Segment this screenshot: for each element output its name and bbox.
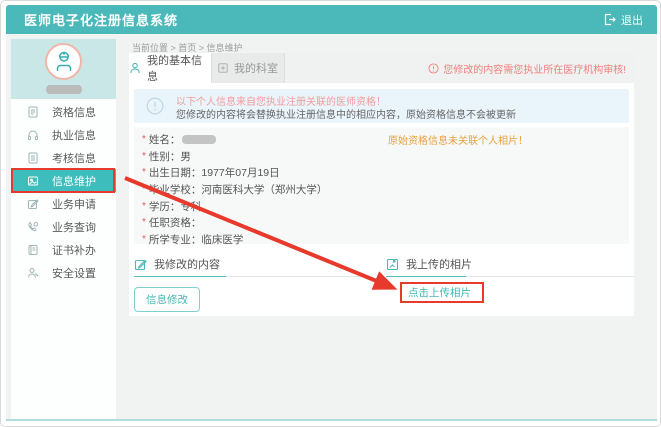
doctor-avatar-icon [52,50,76,74]
sidebar-item-label: 信息维护 [52,173,96,189]
sidebar-item-label: 执业信息 [52,127,96,143]
field-row-education: * 学历： 专科 [142,198,327,215]
uploaded-photo-section: 我上传的相片 [386,256,634,277]
tab-notice-area: 您修改的内容需您执业所在医疗机构审核! [285,53,634,83]
fields-list: * 姓名： * 性别： 男 * 出生日期： 1977年07月19日 * 毕业学校… [142,131,327,248]
sidebar-item-label: 资格信息 [52,104,96,120]
section-title: 我修改的内容 [154,256,220,272]
field-value: 1977年07月19日 [201,165,279,180]
redacted-name-value [182,135,216,144]
document-icon [27,106,39,118]
field-value: 河南医科大学（郑州大学） [201,182,327,197]
edit-icon [27,198,39,210]
required-marker: * [142,217,146,228]
sidebar-item-label: 业务申请 [52,196,96,212]
field-row-title-qualification: * 任职资格： [142,214,327,231]
modified-content-section: 我修改的内容 信息修改 [134,256,368,312]
section-divider [386,276,634,277]
info-circle-icon [146,97,164,120]
field-value: 男 [180,149,191,164]
sidebar-item-business-query[interactable]: 业务查询 [11,215,116,238]
exit-icon [603,13,616,26]
required-marker: * [142,134,146,145]
tab-label: 我的基本信息 [147,52,211,84]
photo-missing-notice: 原始资格信息未关联个人相片！ [388,132,528,147]
required-marker: * [142,167,146,178]
phone-icon [27,221,39,233]
tab-bar: 我的基本信息 我的科室 您修改的内容需您执业所在医疗机构审核! [129,53,634,83]
upload-photo-annotation-box: 点击上传相片 [400,282,484,303]
sidebar-item-qualification-info[interactable]: 资格信息 [11,100,116,123]
sidebar-item-business-apply[interactable]: 业务申请 [11,192,116,215]
required-marker: * [142,234,146,245]
upload-photo-link[interactable]: 点击上传相片 [408,285,471,300]
bottom-accent-line [6,419,657,421]
tab-my-department[interactable]: 我的科室 [211,53,285,83]
redacted-user-name [46,85,82,94]
section-divider [134,276,368,277]
sidebar-item-security-settings[interactable]: 安全设置 [11,261,116,284]
logout-label: 退出 [621,12,643,28]
warning-circle-icon [428,63,439,74]
required-marker: * [142,184,146,195]
sidebar-item-label: 证书补办 [52,242,96,258]
report-icon [27,152,39,164]
field-row-gender: * 性别： 男 [142,148,327,165]
section-title: 我上传的相片 [406,256,472,272]
sidebar-item-assessment-info[interactable]: 考核信息 [11,146,116,169]
info-box-line2: 您修改的内容将会替换执业注册信息中的相应内容，原始资格信息不会被更新 [176,106,516,121]
app-header: 医师电子化注册信息系统 退出 [6,5,657,34]
image-upload-icon [386,258,399,271]
tab-basic-info[interactable]: 我的基本信息 [129,53,211,83]
field-value: 专科 [180,199,201,214]
field-row-birthdate: * 出生日期： 1977年07月19日 [142,164,327,181]
sidebar-item-certificate-reissue[interactable]: 证书补办 [11,238,116,261]
required-marker: * [142,151,146,162]
sidebar-item-info-maintenance[interactable]: 信息维护 [11,169,116,192]
tab-notice-text: 您修改的内容需您执业所在医疗机构审核! [443,61,626,76]
field-value: 临床医学 [201,232,243,247]
logout-button[interactable]: 退出 [603,12,643,28]
modify-info-button[interactable]: 信息修改 [134,287,200,312]
pencil-square-icon [134,258,147,271]
sidebar-item-label: 安全设置 [52,265,96,281]
app-title: 医师电子化注册信息系统 [24,10,178,29]
headset-icon [27,129,39,141]
sidebar-menu: 资格信息 执业信息 考核信息 信息维护 [11,100,116,284]
tab-label: 我的科室 [234,60,278,76]
photo-icon [27,175,39,187]
sidebar-item-label: 业务查询 [52,219,96,235]
book-icon [27,244,39,256]
field-row-school: * 毕业学校： 河南医科大学（郑州大学） [142,181,327,198]
required-marker: * [142,201,146,212]
sidebar-item-label: 考核信息 [52,150,96,166]
field-row-major: * 所学专业： 临床医学 [142,231,327,248]
user-key-icon [27,267,39,279]
user-icon [129,62,141,74]
field-row-name: * 姓名： [142,131,327,148]
plus-square-icon [218,63,228,73]
avatar [45,43,82,80]
sidebar-item-practice-info[interactable]: 执业信息 [11,123,116,146]
app-window: 医师电子化注册信息系统 退出 [0,0,661,427]
